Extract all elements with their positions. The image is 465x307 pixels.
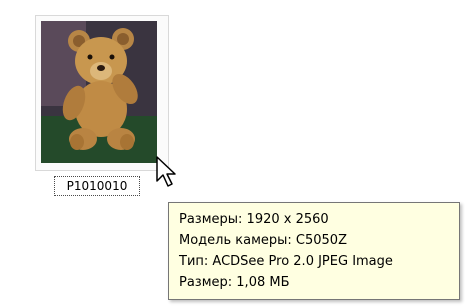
tooltip-file-type: Тип: ACDSee Pro 2.0 JPEG Image <box>179 254 393 269</box>
thumbnail-frame[interactable] <box>35 15 169 171</box>
file-name-label[interactable]: P1010010 <box>54 176 140 196</box>
file-item[interactable]: P1010010 <box>30 10 175 205</box>
teddy-bear-image <box>41 21 157 163</box>
tooltip-dimensions: Размеры: 1920 x 2560 <box>179 212 329 227</box>
tooltip-file-size: Размер: 1,08 МБ <box>179 275 290 290</box>
teddy-bear-thumbnail <box>41 21 157 163</box>
tooltip-camera-model: Модель камеры: C5050Z <box>179 233 347 248</box>
arrow-pointer-icon <box>155 155 181 191</box>
file-info-tooltip: Размеры: 1920 x 2560 Модель камеры: C505… <box>168 202 460 300</box>
